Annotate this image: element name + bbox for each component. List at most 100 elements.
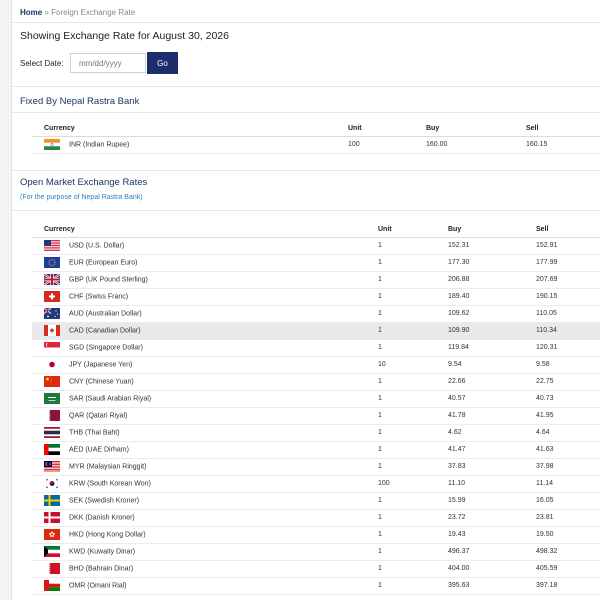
table-row: JPY (Japanese Yen) 10 9.54 9.58 — [32, 356, 600, 374]
table-row: KWD (Kuwaity Dinar) 1 496.37 498.32 — [32, 543, 600, 561]
table-row: AED (UAE Dirham) 1 41.47 41.63 — [32, 441, 600, 459]
date-label: Select Date: — [20, 59, 64, 68]
unit-cell: 1 — [378, 424, 448, 442]
currency-cell: USD (U.S. Dollar) — [32, 237, 378, 255]
currency-name: DKK (Danish Kroner) — [69, 514, 135, 522]
currency-name: THB (Thai Baht) — [69, 429, 120, 437]
currency-name: INR (Indian Rupee) — [69, 141, 130, 149]
sell-cell: 23.81 — [536, 509, 600, 527]
buy-cell: 189.40 — [448, 288, 536, 306]
buy-cell: 15.99 — [448, 492, 536, 510]
sell-cell: 160.15 — [526, 136, 600, 154]
gb-flag-icon — [44, 274, 60, 285]
buy-cell: 404.00 — [448, 560, 536, 578]
breadcrumb-home-link[interactable]: Home — [20, 8, 42, 17]
sell-cell: 120.31 — [536, 339, 600, 357]
divider — [12, 170, 600, 171]
table-row: THB (Thai Baht) 1 4.62 4.64 — [32, 424, 600, 442]
currency-cell: BHD (Bahrain Dinar) — [32, 560, 378, 578]
unit-cell: 1 — [378, 254, 448, 272]
currency-cell: CHF (Swiss Franc) — [32, 288, 378, 306]
open-market-table: Currency Unit Buy Sell USD (U.S. Dollar)… — [32, 222, 600, 595]
sg-flag-icon — [44, 342, 60, 353]
fixed-rate-table: Currency Unit Buy Sell INR (Indian Rupee… — [32, 121, 600, 154]
currency-cell: SAR (Saudi Arabian Riyal) — [32, 390, 378, 408]
unit-cell: 1 — [378, 373, 448, 391]
kr-flag-icon — [44, 478, 60, 489]
table-row: GBP (UK Pound Sterling) 1 206.88 207.69 — [32, 271, 600, 289]
currency-cell: OMR (Omani Rial) — [32, 577, 378, 595]
buy-cell: 11.10 — [448, 475, 536, 493]
jp-flag-icon — [44, 359, 60, 370]
currency-cell: CAD (Canadian Dollar) — [32, 322, 378, 340]
sell-cell: 207.69 — [536, 271, 600, 289]
header-buy: Buy — [426, 121, 526, 137]
table-row: CHF (Swiss Franc) 1 189.40 190.15 — [32, 288, 600, 306]
om-flag-icon — [44, 580, 60, 591]
unit-cell: 1 — [378, 407, 448, 425]
header-buy: Buy — [448, 222, 536, 238]
currency-name: SGD (Singapore Dollar) — [69, 344, 143, 352]
buy-cell: 109.90 — [448, 322, 536, 340]
dk-flag-icon — [44, 512, 60, 523]
header-sell: Sell — [536, 222, 600, 238]
table-row: USD (U.S. Dollar) 1 152.31 152.91 — [32, 237, 600, 255]
unit-cell: 1 — [378, 322, 448, 340]
currency-name: CAD (Canadian Dollar) — [69, 327, 141, 335]
buy-cell: 19.43 — [448, 526, 536, 544]
unit-cell: 1 — [378, 237, 448, 255]
currency-name: AUD (Australian Dollar) — [69, 310, 142, 318]
sell-cell: 16.05 — [536, 492, 600, 510]
sell-cell: 110.05 — [536, 305, 600, 323]
currency-cell: INR (Indian Rupee) — [32, 136, 348, 154]
unit-cell: 1 — [378, 305, 448, 323]
sell-cell: 397.18 — [536, 577, 600, 595]
currency-cell: HKD (Hong Kong Dollar) — [32, 526, 378, 544]
currency-name: BHD (Bahrain Dinar) — [69, 565, 134, 573]
unit-cell: 1 — [378, 509, 448, 527]
sell-cell: 4.64 — [536, 424, 600, 442]
unit-cell: 10 — [378, 356, 448, 374]
unit-cell: 1 — [378, 390, 448, 408]
date-input[interactable] — [70, 53, 146, 73]
currency-cell: SEK (Swedish Kroner) — [32, 492, 378, 510]
sell-cell: 177.99 — [536, 254, 600, 272]
buy-cell: 22.66 — [448, 373, 536, 391]
eu-flag-icon — [44, 257, 60, 268]
currency-cell: AED (UAE Dirham) — [32, 441, 378, 459]
breadcrumb-current: Foreign Exchange Rate — [51, 8, 136, 17]
currency-name: USD (U.S. Dollar) — [69, 242, 125, 250]
sell-cell: 22.75 — [536, 373, 600, 391]
go-button[interactable]: Go — [147, 52, 178, 74]
buy-cell: 177.30 — [448, 254, 536, 272]
unit-cell: 1 — [378, 560, 448, 578]
currency-cell: AUD (Australian Dollar) — [32, 305, 378, 323]
in-flag-icon — [44, 139, 60, 150]
sell-cell: 41.63 — [536, 441, 600, 459]
buy-cell: 41.47 — [448, 441, 536, 459]
se-flag-icon — [44, 495, 60, 506]
th-flag-icon — [44, 427, 60, 438]
currency-name: OMR (Omani Rial) — [69, 582, 127, 590]
buy-cell: 109.62 — [448, 305, 536, 323]
table-row: SGD (Singapore Dollar) 1 119.84 120.31 — [32, 339, 600, 357]
sell-cell: 498.32 — [536, 543, 600, 561]
currency-name: EUR (European Euro) — [69, 259, 138, 267]
table-header-row: Currency Unit Buy Sell — [32, 222, 600, 238]
sa-flag-icon — [44, 393, 60, 404]
currency-cell: SGD (Singapore Dollar) — [32, 339, 378, 357]
unit-cell: 1 — [378, 526, 448, 544]
divider — [12, 86, 600, 87]
header-unit: Unit — [378, 222, 448, 238]
my-flag-icon — [44, 461, 60, 472]
table-row: DKK (Danish Kroner) 1 23.72 23.81 — [32, 509, 600, 527]
sell-cell: 152.91 — [536, 237, 600, 255]
ch-flag-icon — [44, 291, 60, 302]
divider — [12, 22, 600, 23]
sell-cell: 41.95 — [536, 407, 600, 425]
open-section-title: Open Market Exchange Rates — [20, 177, 148, 188]
table-row: HKD (Hong Kong Dollar) 1 19.43 19.50 — [32, 526, 600, 544]
unit-cell: 1 — [378, 577, 448, 595]
buy-cell: 37.83 — [448, 458, 536, 476]
hk-flag-icon — [44, 529, 60, 540]
